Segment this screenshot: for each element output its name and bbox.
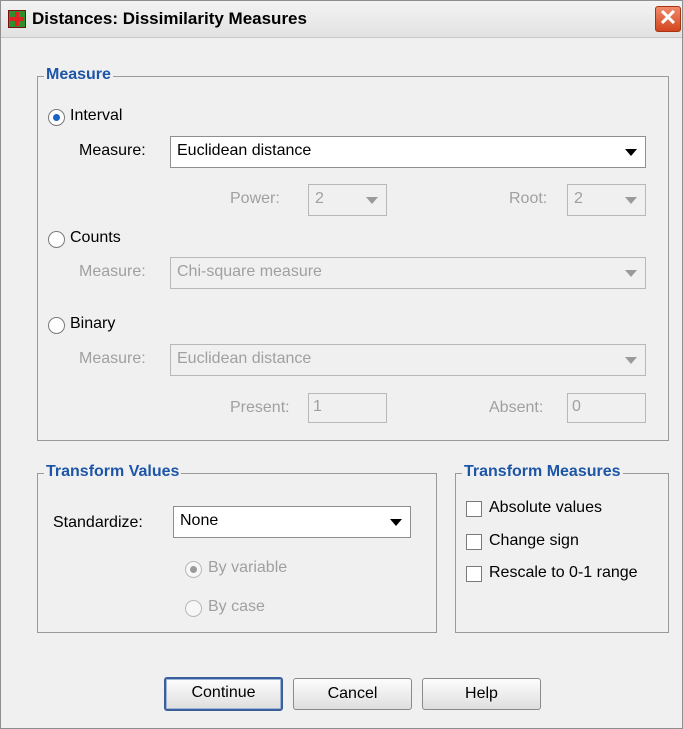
binary-measure-label: Measure: <box>79 350 146 367</box>
transform-values-legend: Transform Values <box>44 463 182 481</box>
absent-label: Absent: <box>489 399 544 416</box>
by-case-radio[interactable] <box>185 600 202 617</box>
close-button[interactable]: ✕ <box>655 6 681 32</box>
chevron-down-icon <box>625 197 637 204</box>
standardize-value: None <box>180 512 219 529</box>
continue-button[interactable]: Continue <box>164 677 283 711</box>
change-sign-checkbox[interactable] <box>466 534 482 550</box>
present-label: Present: <box>230 399 290 416</box>
rescale-label[interactable]: Rescale to 0-1 range <box>489 564 638 582</box>
absolute-values-checkbox[interactable] <box>466 501 482 517</box>
root-select[interactable]: 2 <box>567 184 646 216</box>
absent-input[interactable]: 0 <box>567 393 646 423</box>
by-variable-radio[interactable] <box>185 561 202 578</box>
chevron-down-icon <box>625 149 637 156</box>
counts-radio[interactable] <box>48 231 65 248</box>
standardize-select[interactable]: None <box>173 506 411 538</box>
interval-radio[interactable] <box>48 109 65 126</box>
interval-label[interactable]: Interval <box>70 107 122 125</box>
interval-measure-label: Measure: <box>79 142 146 159</box>
app-icon <box>8 10 26 28</box>
chevron-down-icon <box>366 197 378 204</box>
interval-measure-select[interactable]: Euclidean distance <box>170 136 646 168</box>
title-bar[interactable]: Distances: Dissimilarity Measures ✕ <box>1 1 682 38</box>
power-select[interactable]: 2 <box>308 184 387 216</box>
present-value: 1 <box>313 398 322 415</box>
power-value: 2 <box>315 190 324 207</box>
counts-measure-label: Measure: <box>79 263 146 280</box>
absent-value: 0 <box>572 398 581 415</box>
chevron-down-icon <box>625 357 637 364</box>
binary-label[interactable]: Binary <box>70 315 115 333</box>
cancel-button[interactable]: Cancel <box>293 678 412 710</box>
absolute-values-label[interactable]: Absolute values <box>489 499 602 517</box>
counts-label[interactable]: Counts <box>70 229 121 247</box>
counts-measure-select[interactable]: Chi-square measure <box>170 257 646 289</box>
window-title: Distances: Dissimilarity Measures <box>32 9 307 28</box>
chevron-down-icon <box>625 270 637 277</box>
binary-measure-select[interactable]: Euclidean distance <box>170 344 646 376</box>
chevron-down-icon <box>390 519 402 526</box>
rescale-checkbox[interactable] <box>466 566 482 582</box>
counts-measure-value: Chi-square measure <box>177 263 322 280</box>
standardize-label: Standardize: <box>53 514 143 531</box>
transform-measures-legend: Transform Measures <box>462 463 623 481</box>
change-sign-label[interactable]: Change sign <box>489 532 579 550</box>
interval-measure-value: Euclidean distance <box>177 142 312 159</box>
transform-measures-group: Transform Measures <box>455 463 669 633</box>
by-variable-label[interactable]: By variable <box>208 559 287 577</box>
root-label: Root: <box>509 190 548 207</box>
root-value: 2 <box>574 190 583 207</box>
power-label: Power: <box>230 190 280 207</box>
dialog-window: Distances: Dissimilarity Measures ✕ Meas… <box>0 0 683 729</box>
binary-radio[interactable] <box>48 317 65 334</box>
present-input[interactable]: 1 <box>308 393 387 423</box>
help-button[interactable]: Help <box>422 678 541 710</box>
by-case-label[interactable]: By case <box>208 598 265 616</box>
measure-legend: Measure <box>44 66 113 84</box>
binary-measure-value: Euclidean distance <box>177 350 312 367</box>
